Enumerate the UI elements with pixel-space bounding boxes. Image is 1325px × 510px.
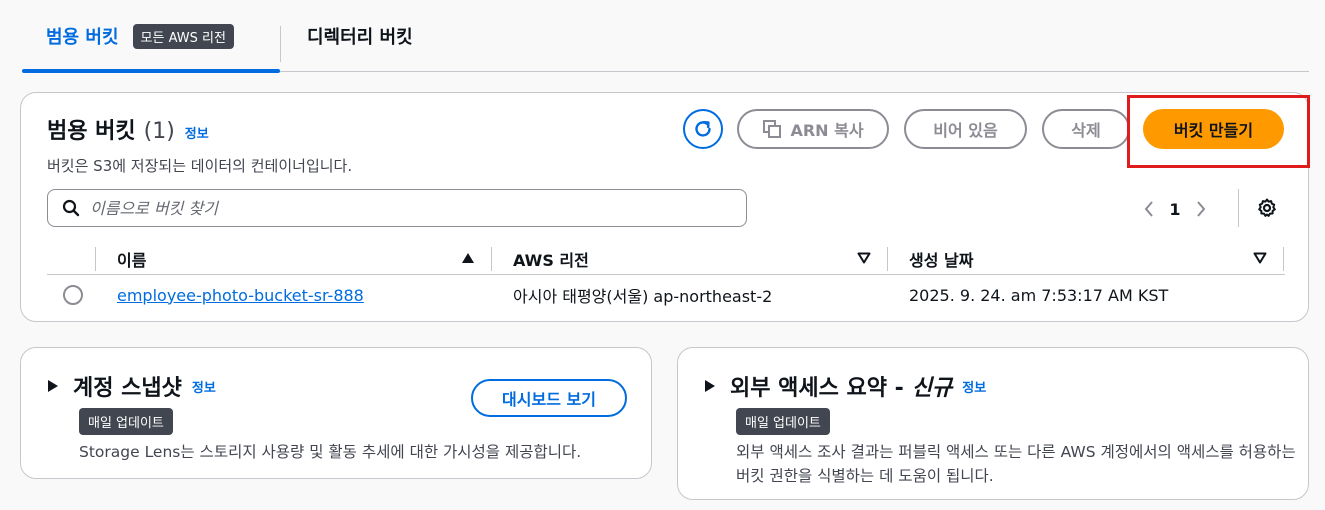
general-buckets-panel: 범용 버킷 (1) 정보 버킷은 S3에 저장되는 데이터의 컨테이너입니다. … xyxy=(20,92,1310,322)
column-header-region[interactable]: AWS 리전 xyxy=(513,243,589,275)
external-access-panel: 외부 액세스 요약 - 신규 정보 매일 업데이트 외부 액세스 조사 결과는 … xyxy=(677,347,1309,500)
bucket-created-date: 2025. 9. 24. am 7:53:17 AM KST xyxy=(909,285,1169,305)
caret-right-icon xyxy=(705,380,715,392)
column-divider xyxy=(491,247,492,271)
search-input[interactable] xyxy=(90,198,710,218)
panel-title-text: 범용 버킷 xyxy=(47,119,136,144)
bucket-name-link[interactable]: employee-photo-bucket-sr-888 xyxy=(117,286,364,305)
pager-divider xyxy=(1238,189,1239,227)
snapshot-info-link[interactable]: 정보 xyxy=(192,377,216,396)
tab-divider xyxy=(280,26,281,62)
highlight-box xyxy=(1127,95,1310,168)
sort-descending-icon[interactable] xyxy=(857,252,871,264)
sort-descending-icon[interactable] xyxy=(1253,252,1267,264)
external-description: 외부 액세스 조사 결과는 퍼블릭 액세스 또는 다른 AWS 계정에서의 액세… xyxy=(736,443,1296,485)
copy-icon xyxy=(763,120,782,138)
caret-right-icon xyxy=(48,380,58,392)
external-info-link[interactable]: 정보 xyxy=(962,377,986,396)
sort-ascending-icon[interactable] xyxy=(461,252,475,264)
settings-icon xyxy=(1258,198,1276,217)
empty-button[interactable]: 비어 있음 xyxy=(904,109,1027,149)
pagination: 1 xyxy=(1139,197,1211,221)
info-link[interactable]: 정보 xyxy=(185,123,209,142)
chevron-right-icon xyxy=(1197,201,1206,217)
table-row[interactable]: employee-photo-bucket-sr-888 아시아 태평양(서울)… xyxy=(47,275,1285,315)
external-title-new: 신규 xyxy=(911,376,953,401)
column-header-name[interactable]: 이름 xyxy=(117,243,146,275)
external-title[interactable]: 외부 액세스 요약 - 신규 정보 xyxy=(704,370,986,402)
bucket-region: 아시아 태평양(서울) ap-northeast-2 xyxy=(513,287,773,306)
tab-general-label: 범용 버킷 xyxy=(46,27,119,48)
column-divider xyxy=(887,247,888,271)
panel-description: 버킷은 S3에 저장되는 데이터의 컨테이너입니다. xyxy=(47,157,353,175)
prev-page-button[interactable] xyxy=(1139,197,1159,221)
table-settings-button[interactable] xyxy=(1254,195,1280,221)
column-divider xyxy=(95,247,96,271)
tab-general-buckets[interactable]: 범용 버킷 모든 AWS 리전 xyxy=(22,0,280,73)
external-title-text: 외부 액세스 요약 - xyxy=(730,376,904,401)
row-select-radio[interactable] xyxy=(63,285,83,305)
page-number[interactable]: 1 xyxy=(1159,200,1191,219)
copy-arn-button[interactable]: ARN 복사 xyxy=(737,109,889,149)
daily-update-badge: 매일 업데이트 xyxy=(736,408,830,435)
all-regions-badge: 모든 AWS 리전 xyxy=(132,23,234,49)
copy-arn-label: ARN 복사 xyxy=(790,121,864,140)
column-divider xyxy=(1283,247,1284,271)
bucket-count: (1) xyxy=(143,119,175,144)
delete-button[interactable]: 삭제 xyxy=(1042,109,1130,149)
search-field[interactable] xyxy=(47,189,747,227)
bucket-type-tabs: 범용 버킷 모든 AWS 리전 디렉터리 버킷 xyxy=(22,0,1309,73)
search-icon xyxy=(62,199,80,217)
chevron-left-icon xyxy=(1144,201,1153,217)
snapshot-description: Storage Lens는 스토리지 사용량 및 활동 추세에 대한 가시성을 … xyxy=(79,443,582,461)
panel-title: 범용 버킷 (1) 정보 xyxy=(47,113,209,145)
tab-directory-label: 디렉터리 버킷 xyxy=(307,27,413,48)
next-page-button[interactable] xyxy=(1191,197,1211,221)
view-dashboard-button[interactable]: 대시보드 보기 xyxy=(471,379,627,417)
refresh-icon xyxy=(695,121,711,137)
account-snapshot-panel: 계정 스냅샷 정보 매일 업데이트 Storage Lens는 스토리지 사용량… xyxy=(20,347,652,479)
tab-directory-buckets[interactable]: 디렉터리 버킷 xyxy=(307,0,413,72)
snapshot-title[interactable]: 계정 스냅샷 정보 xyxy=(47,370,216,402)
column-header-created[interactable]: 생성 날짜 xyxy=(909,243,973,275)
refresh-button[interactable] xyxy=(683,109,723,149)
daily-update-badge: 매일 업데이트 xyxy=(79,408,173,435)
snapshot-title-text: 계정 스냅샷 xyxy=(73,376,182,401)
table-header: 이름 AWS 리전 생성 날짜 xyxy=(47,243,1285,275)
